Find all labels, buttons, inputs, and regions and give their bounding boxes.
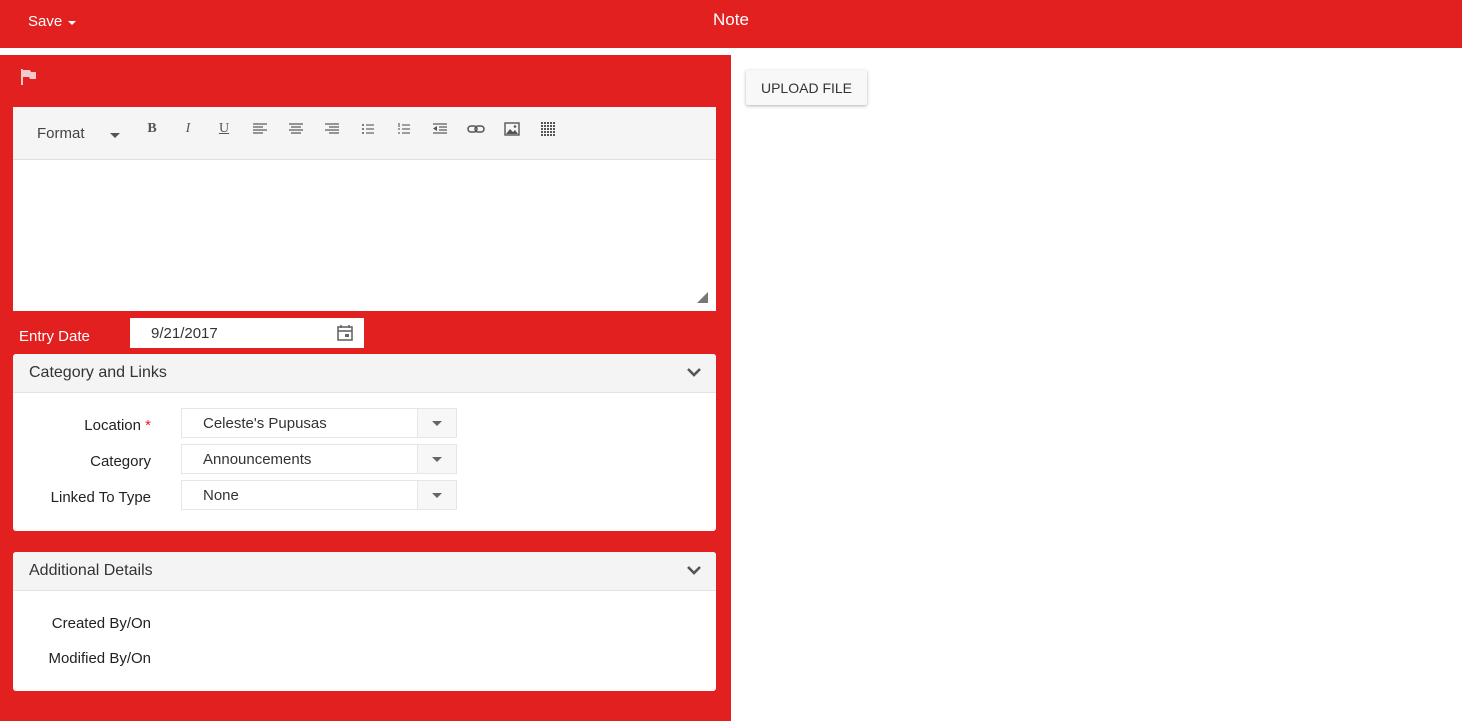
- upload-file-button[interactable]: UPLOAD FILE: [746, 70, 867, 105]
- additional-details-section: Additional Details Created By/On Modifie…: [13, 552, 716, 691]
- bold-icon[interactable]: B: [140, 119, 164, 139]
- additional-details-header[interactable]: Additional Details: [13, 552, 716, 591]
- chevron-down-icon[interactable]: [686, 564, 702, 576]
- editor-toolbar: Format B I U: [13, 107, 716, 160]
- calendar-icon[interactable]: [336, 324, 354, 342]
- numbered-list-icon[interactable]: [392, 119, 416, 139]
- location-dropdown[interactable]: Celeste's Pupusas: [181, 408, 457, 438]
- format-dropdown[interactable]: Format: [37, 125, 85, 142]
- entry-date-value[interactable]: 9/21/2017: [151, 325, 218, 342]
- align-right-icon[interactable]: [320, 119, 344, 139]
- chevron-down-icon: [432, 421, 442, 426]
- align-center-icon[interactable]: [284, 119, 308, 139]
- location-value: Celeste's Pupusas: [203, 415, 327, 432]
- linked-to-type-label: Linked To Type: [50, 489, 151, 506]
- location-dropdown-button[interactable]: [417, 409, 456, 437]
- chevron-down-icon: [432, 457, 442, 462]
- entry-date-label: Entry Date: [19, 328, 90, 345]
- flag-icon[interactable]: [19, 67, 39, 87]
- category-links-title: Category and Links: [29, 364, 167, 381]
- image-icon[interactable]: [500, 119, 524, 139]
- location-label: Location *: [13, 417, 151, 434]
- entry-date-field[interactable]: 9/21/2017: [130, 318, 364, 348]
- location-label-text: Location: [84, 417, 141, 434]
- required-marker: *: [145, 417, 151, 434]
- linked-to-type-value: None: [203, 487, 239, 504]
- category-links-section: Category and Links Location * Celeste's …: [13, 354, 716, 531]
- category-label: Category: [90, 453, 151, 470]
- additional-details-title: Additional Details: [29, 562, 153, 579]
- category-dropdown-button[interactable]: [417, 445, 456, 473]
- align-left-icon[interactable]: [248, 119, 272, 139]
- resize-handle-icon[interactable]: [697, 292, 708, 303]
- modified-by-label: Modified By/On: [48, 650, 151, 667]
- top-bar: Save Note: [0, 0, 1462, 48]
- table-icon[interactable]: [536, 119, 560, 139]
- created-by-label: Created By/On: [51, 615, 151, 632]
- page-title: Note: [713, 10, 749, 29]
- category-value: Announcements: [203, 451, 312, 468]
- outdent-icon[interactable]: [428, 119, 452, 139]
- note-form-panel: Format B I U Entry Date 9/21/2017 Catego…: [0, 55, 731, 721]
- chevron-down-icon: [432, 493, 442, 498]
- chevron-down-icon[interactable]: [686, 366, 702, 378]
- category-links-header[interactable]: Category and Links: [13, 354, 716, 393]
- link-icon[interactable]: [464, 119, 488, 139]
- rich-text-editor: Format B I U: [13, 107, 716, 311]
- bulleted-list-icon[interactable]: [356, 119, 380, 139]
- underline-icon[interactable]: U: [212, 119, 236, 139]
- linked-to-type-dropdown[interactable]: None: [181, 480, 457, 510]
- linked-to-type-dropdown-button[interactable]: [417, 481, 456, 509]
- italic-icon[interactable]: I: [176, 119, 200, 139]
- editor-content-area[interactable]: [13, 160, 716, 311]
- chevron-down-icon[interactable]: [110, 133, 120, 138]
- category-dropdown[interactable]: Announcements: [181, 444, 457, 474]
